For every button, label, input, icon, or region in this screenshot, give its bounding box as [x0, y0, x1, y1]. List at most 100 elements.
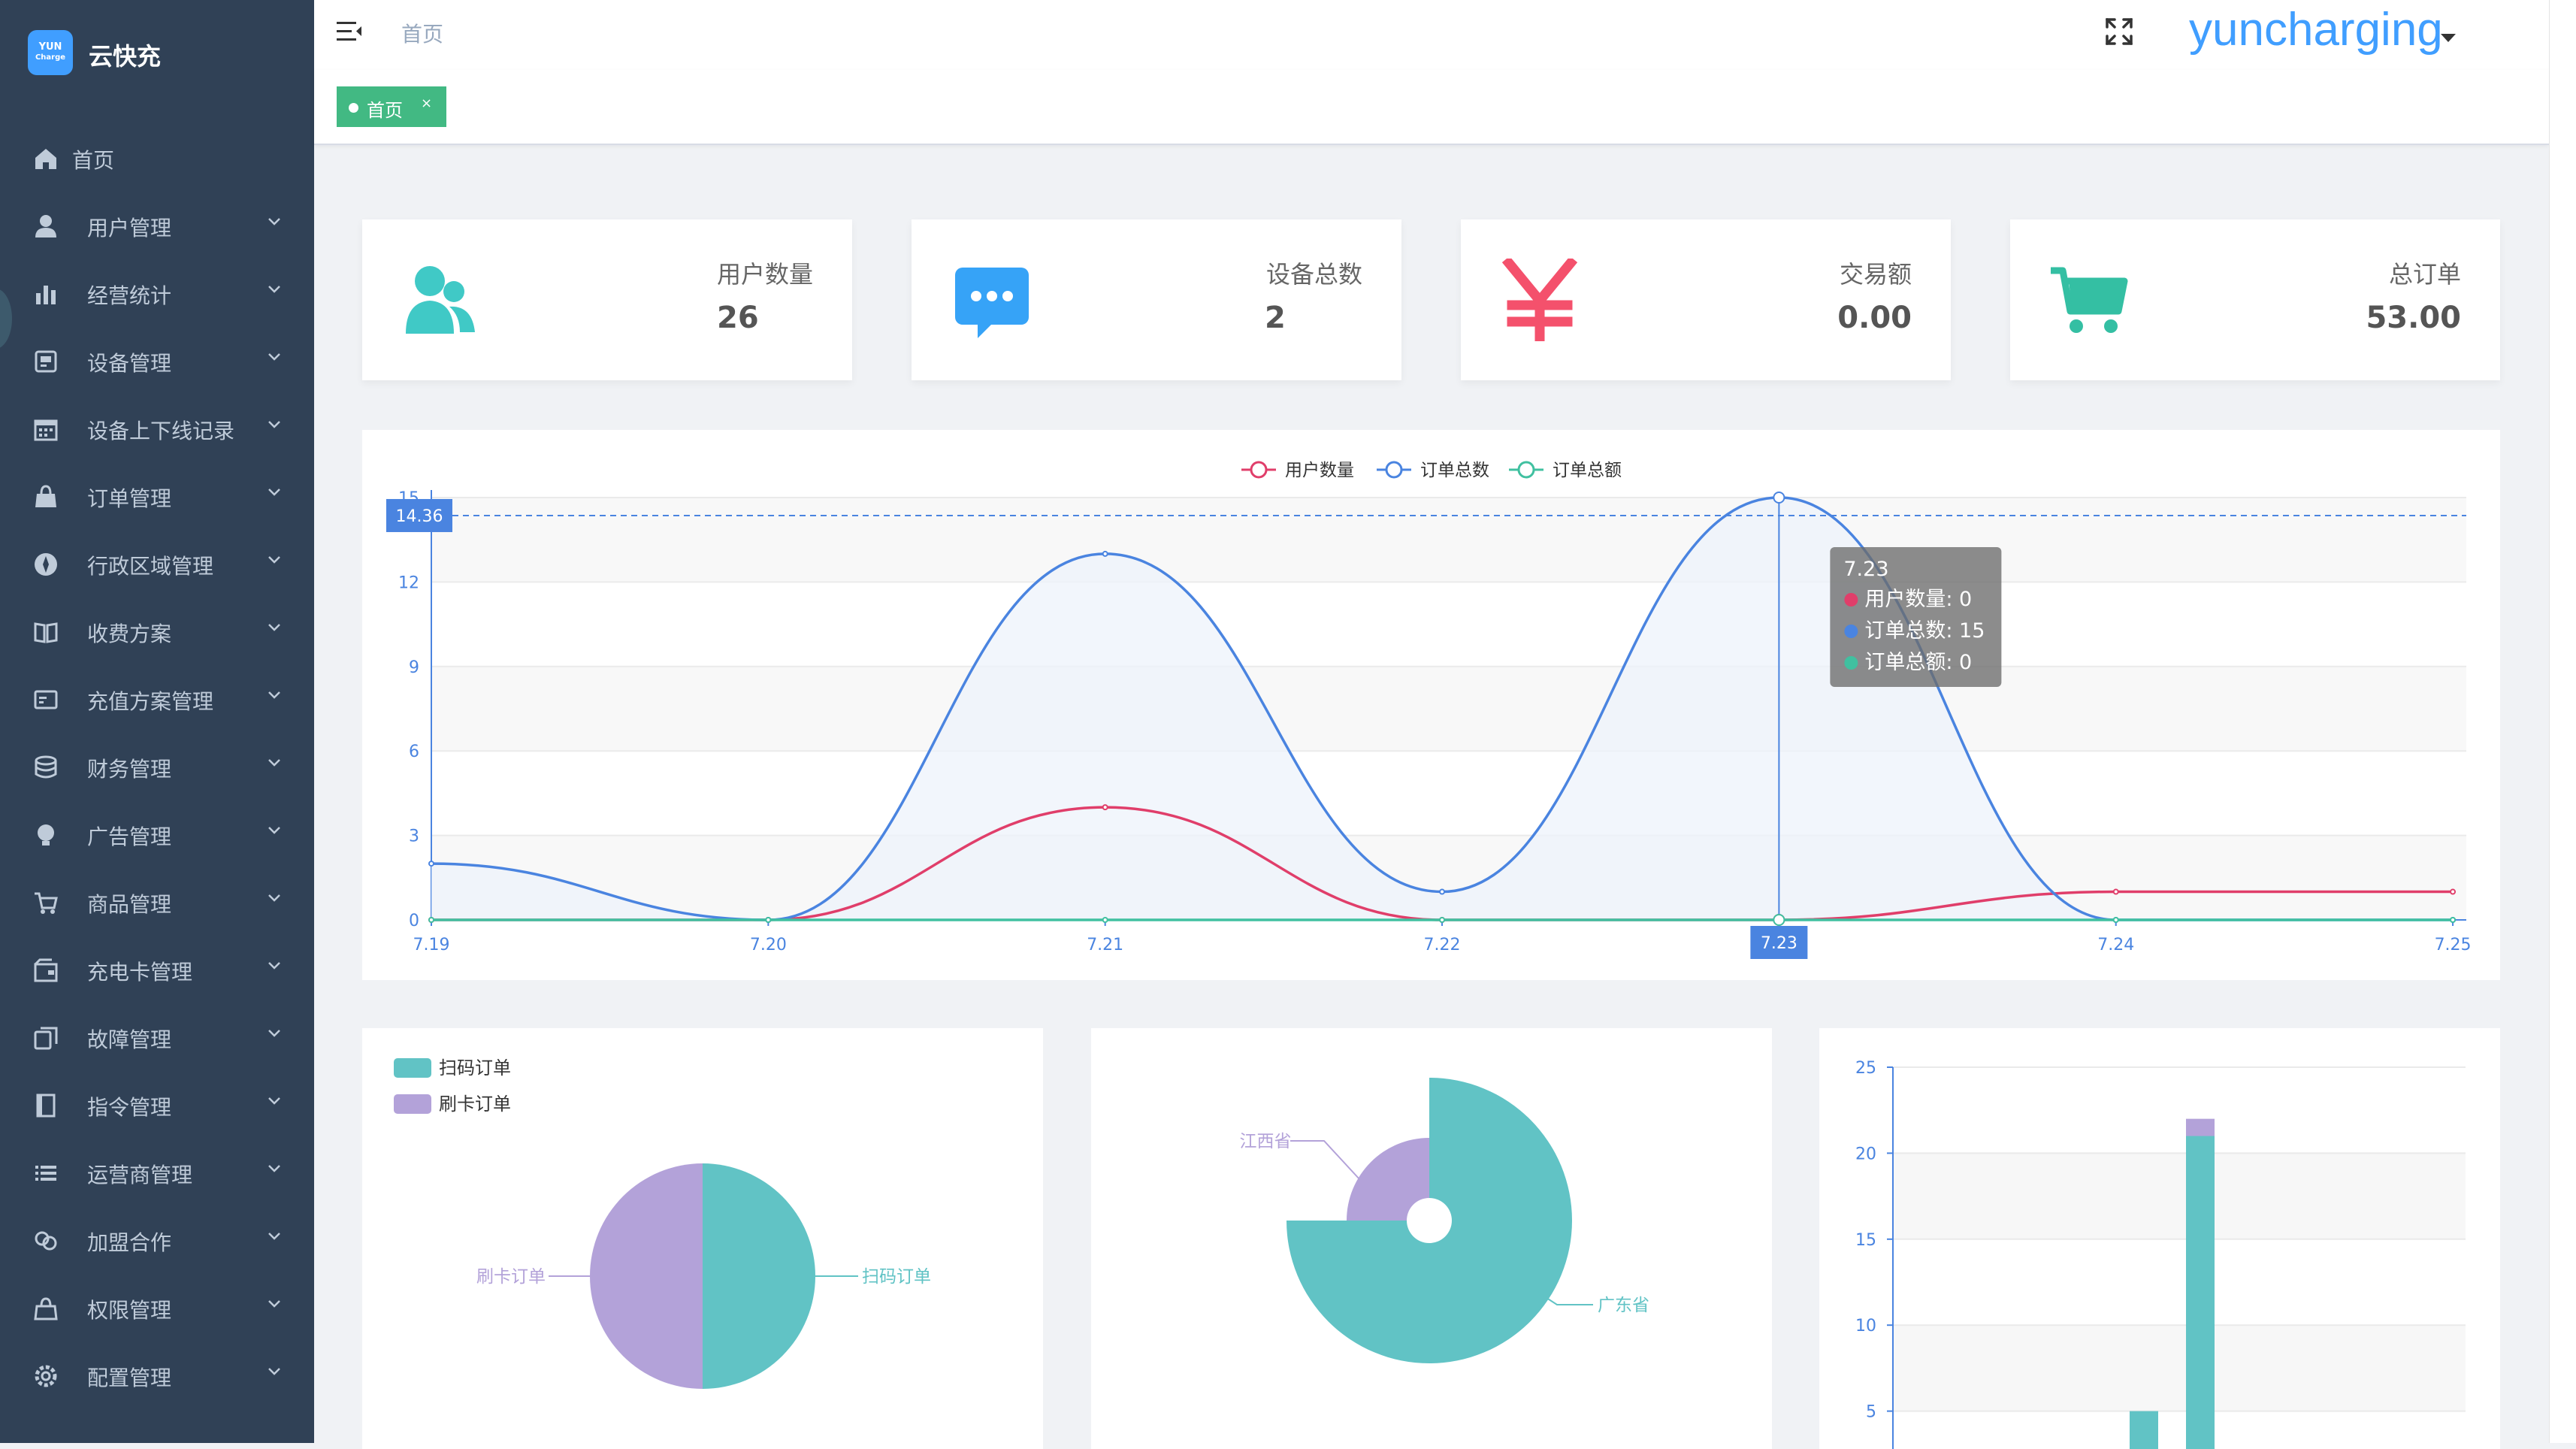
hamburger-icon[interactable] [337, 20, 362, 44]
stat-label: 总订单 [2388, 260, 2461, 289]
cart-icon [35, 892, 58, 914]
sidebar-item-label: 加盟合作 [87, 1230, 172, 1255]
series-point [1102, 804, 1108, 811]
order-type-pie-panel: 扫码订单 刷卡订单 扫码订单 刷卡订单 [362, 1028, 1043, 1449]
breadcrumb[interactable]: 首页 [401, 18, 443, 48]
sidebar-item-14[interactable]: 指令管理 [0, 1071, 314, 1139]
cart-icon [2051, 267, 2128, 333]
logo[interactable]: YUN Charge 云快充 [0, 0, 314, 108]
grid-band [1893, 1153, 2466, 1239]
sidebar-item-label: 经营统计 [87, 283, 172, 308]
sidebar: YUN Charge 云快充 首页用户管理经营统计设备管理设备上下线记录订单管理… [0, 0, 314, 1443]
sidebar-item-18[interactable]: 配置管理 [0, 1342, 314, 1409]
chevron-down-icon [268, 218, 280, 225]
stat-card-revenue[interactable]: 交易额 0.00 [1461, 219, 1951, 380]
line-chart[interactable]: 036912157.197.207.217.227.237.247.2514.3… [362, 430, 2500, 980]
series-point [765, 917, 772, 923]
grid-band [431, 498, 2466, 582]
sidebar-item-label: 设备上下线记录 [87, 419, 235, 443]
series-point [1439, 888, 1446, 895]
tag-label: 首页 [367, 100, 403, 121]
active-dot-icon [349, 103, 358, 113]
page-scrollbar[interactable] [2549, 0, 2576, 1443]
legend-label: 用户数量 [1285, 461, 1354, 480]
y-tick-label: 6 [409, 743, 419, 761]
rose-label: 江西省 [1240, 1132, 1292, 1151]
tooltip-row: 订单总数: 15 [1864, 619, 1985, 643]
sidebar-item-5[interactable]: 订单管理 [0, 462, 314, 530]
sidebar-item-8[interactable]: 充值方案管理 [0, 665, 314, 733]
compass-icon [35, 553, 57, 576]
sidebar-item-label: 运营商管理 [87, 1163, 193, 1187]
sidebar-item-13[interactable]: 故障管理 [0, 1003, 314, 1071]
y-tick-label: 5 [1866, 1403, 1876, 1422]
sidebar-item-16[interactable]: 加盟合作 [0, 1206, 314, 1274]
stat-value: 53.00 [2366, 301, 2461, 335]
tooltip-marker [1844, 656, 1858, 670]
tooltip-marker [1844, 593, 1858, 607]
sidebar-item-label: 用户管理 [87, 216, 172, 240]
fullscreen-icon[interactable] [2104, 17, 2134, 47]
x-tick-label: 7.25 [2435, 936, 2472, 954]
series-point [1102, 917, 1108, 923]
list-icon [35, 1166, 56, 1181]
stat-card-devices[interactable]: 设备总数 2 [912, 219, 1401, 380]
sidebar-item-label: 首页 [72, 148, 115, 173]
sidebar-item-9[interactable]: 财务管理 [0, 733, 314, 800]
sidebar-item-7[interactable]: 收费方案 [0, 597, 314, 665]
sidebar-item-label: 充电卡管理 [87, 960, 193, 985]
stat-label: 用户数量 [716, 260, 813, 289]
sidebar-item-1[interactable]: 用户管理 [0, 192, 314, 259]
chevron-down-icon [268, 827, 280, 834]
sidebar-item-label: 充值方案管理 [87, 689, 214, 714]
sidebar-item-11[interactable]: 商品管理 [0, 868, 314, 936]
y-tick-label: 0 [409, 912, 419, 930]
copy-icon [34, 1027, 58, 1050]
sidebar-item-12[interactable]: 充电卡管理 [0, 936, 314, 1003]
user-menu[interactable]: yuncharging [2189, 3, 2443, 56]
stacked-bar-chart[interactable]: 5 10 15 20 25 [1819, 1028, 2500, 1449]
sidebar-item-3[interactable]: 设备管理 [0, 327, 314, 395]
series-point [2112, 888, 2119, 895]
y-tick-label: 10 [1855, 1317, 1876, 1336]
y-tick-label: 20 [1855, 1145, 1876, 1163]
order-type-pie-chart[interactable]: 扫码订单刷卡订单扫码订单刷卡订单 [362, 1028, 1043, 1449]
legend-label: 订单总数 [1420, 461, 1489, 480]
pie-label: 刷卡订单 [476, 1267, 546, 1287]
y-tick-label: 9 [409, 658, 419, 677]
chevron-down-icon [268, 1368, 280, 1375]
chevron-down-icon [268, 286, 280, 293]
stat-card-orders[interactable]: 总订单 53.00 [2010, 219, 2500, 380]
message-icon [955, 268, 1029, 338]
sidebar-menu: 首页用户管理经营统计设备管理设备上下线记录订单管理 行政区域管理 收费方案充值方案管… [0, 124, 314, 1409]
y-tick-label: 3 [409, 827, 419, 846]
sidebar-item-4[interactable]: 设备上下线记录 [0, 395, 314, 462]
x-tick-label: 7.19 [413, 936, 450, 954]
tag-home[interactable]: 首页 × [337, 86, 446, 127]
pie-label: 扫码订单 [862, 1267, 931, 1287]
caret-down-icon[interactable] [2439, 32, 2457, 44]
stat-card-users[interactable]: 用户数量 26 [362, 219, 852, 380]
sidebar-item-6[interactable]: 行政区域管理 [0, 530, 314, 597]
series-point [1773, 914, 1785, 926]
rose-slice-0 [1286, 1078, 1572, 1363]
grid-band [431, 666, 2466, 752]
sidebar-item-15[interactable]: 运营商管理 [0, 1139, 314, 1206]
bar-1-0 [2186, 1136, 2215, 1449]
sidebar-item-0[interactable]: 首页 [0, 124, 314, 192]
sidebar-item-17[interactable]: 权限管理 [0, 1274, 314, 1342]
database-icon [35, 755, 57, 779]
chevron-down-icon [268, 962, 280, 970]
province-rose-chart[interactable]: 广东省 江西省 [1091, 1028, 1772, 1449]
legend-marker [1385, 461, 1403, 479]
legend-label: 订单总额 [1553, 461, 1622, 480]
legend-swatch [394, 1058, 431, 1078]
tags-view: 首页 × [314, 70, 2549, 145]
chevron-down-icon [268, 1165, 280, 1172]
stat-label: 设备总数 [1265, 260, 1362, 289]
tag-close-icon[interactable]: × [421, 95, 432, 111]
sidebar-item-2[interactable]: 经营统计 [0, 259, 314, 327]
chevron-down-icon [268, 894, 280, 902]
tooltip-title: 7.23 [1843, 558, 1888, 581]
sidebar-item-10[interactable]: 广告管理 [0, 800, 314, 868]
